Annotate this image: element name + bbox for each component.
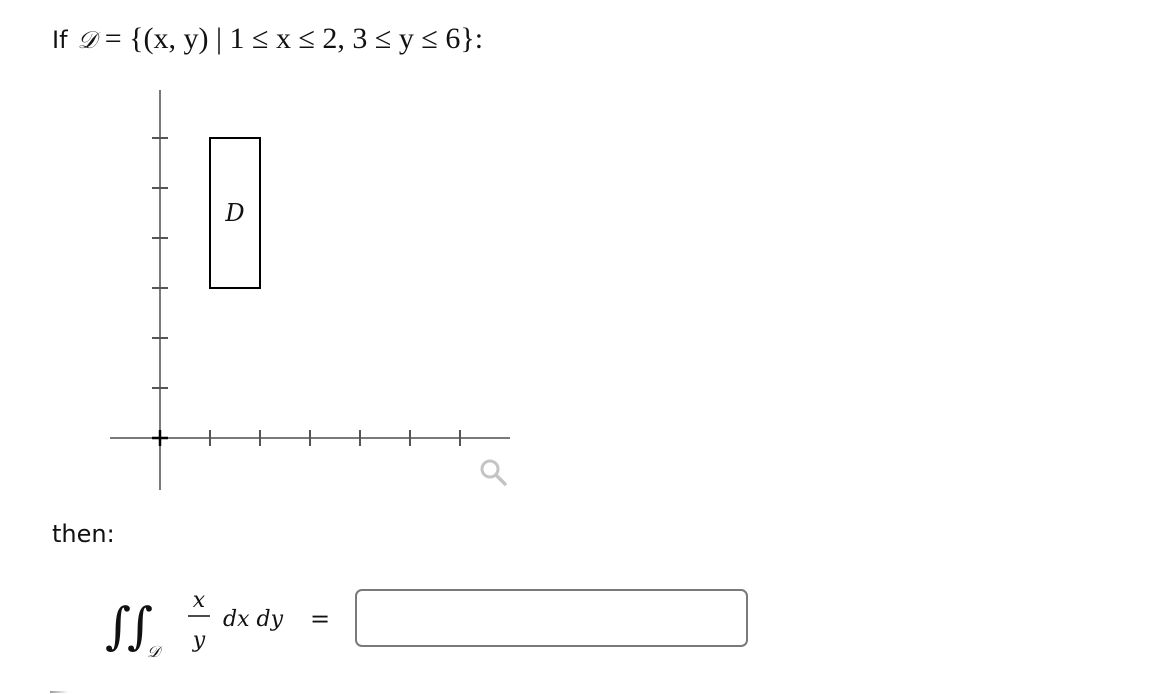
region-label: D — [224, 199, 244, 227]
then-label: then: — [52, 520, 115, 548]
equals-sign: = — [310, 605, 330, 633]
region-symbol: 𝒟 — [77, 26, 97, 54]
ticks — [152, 137, 461, 446]
question-prefix: If — [52, 26, 68, 54]
integral-subscript: 𝒟 — [147, 642, 163, 661]
bottom-divider — [50, 691, 68, 693]
set-definition: = {(x, y) | 1 ≤ x ≤ 2, 3 ≤ y ≤ 6}: — [104, 22, 484, 55]
double-integral-expression: ∫ ∫ 𝒟 x y dx dy = — [105, 588, 330, 661]
magnifier-icon[interactable] — [480, 459, 507, 486]
region-graph: D — [110, 90, 510, 490]
fraction-numerator: x — [193, 588, 206, 613]
answer-input[interactable] — [355, 589, 748, 647]
fraction-denominator: y — [192, 628, 206, 653]
question-statement: If 𝒟 = {(x, y) | 1 ≤ x ≤ 2, 3 ≤ y ≤ 6}: — [52, 22, 483, 56]
differentials: dx dy — [223, 607, 284, 632]
